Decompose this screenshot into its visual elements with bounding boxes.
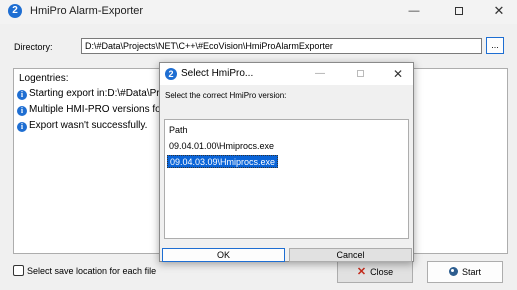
dialog-prompt: Select the correct HmiPro version: [165, 91, 287, 100]
log-entry-text: Export wasn't successfully. [29, 120, 148, 131]
cancel-button[interactable]: Cancel [289, 248, 412, 262]
log-entry-text: Multiple HMI-PRO versions fou [29, 104, 167, 115]
main-title-bar[interactable]: 2 HmiPro Alarm-Exporter — ✕ [0, 0, 517, 24]
select-version-dialog: 2 Select HmiPro... — ✕ Select the correc… [159, 62, 414, 262]
start-button-label: Start [461, 267, 481, 277]
log-entry: i Multiple HMI-PRO versions fou [17, 104, 166, 116]
list-item-selected[interactable]: 09.04.03.09\Hmiprocs.exe [167, 155, 279, 168]
log-entry: i Starting export in:D:\#Data\Pro [17, 88, 165, 100]
app-icon: 2 [8, 4, 22, 18]
info-icon: i [17, 90, 27, 100]
log-entry-text: Starting export in:D:\#Data\Pro [29, 88, 166, 99]
dialog-close-button[interactable]: ✕ [383, 63, 413, 85]
maximize-icon [455, 7, 463, 16]
save-location-label[interactable]: Select save location for each file [27, 266, 156, 276]
dialog-title-bar[interactable]: 2 Select HmiPro... — ✕ [160, 63, 413, 85]
maximize-icon [356, 69, 364, 77]
close-button-label: Close [370, 267, 394, 277]
window-title: HmiPro Alarm-Exporter [30, 5, 144, 17]
version-list[interactable]: Path 09.04.01.00\Hmiprocs.exe 09.04.03.0… [164, 119, 409, 239]
dialog-minimize-button[interactable]: — [305, 63, 335, 85]
info-icon: i [17, 122, 27, 132]
directory-input[interactable]: D:\#Data\Projects\NET\C++\#EcoVision\Hmi… [81, 38, 482, 54]
start-icon [448, 267, 458, 276]
minimize-button[interactable]: — [395, 0, 433, 22]
info-icon: i [17, 106, 27, 116]
save-location-checkbox[interactable] [13, 265, 24, 276]
browse-button[interactable]: ... [486, 37, 504, 54]
log-entry: i Export wasn't successfully. [17, 120, 147, 132]
log-title: Logentries: [19, 73, 69, 84]
list-item[interactable]: 09.04.01.00\Hmiprocs.exe [167, 140, 276, 153]
dialog-maximize-button[interactable] [345, 63, 375, 85]
start-button[interactable]: Start [427, 261, 503, 283]
directory-label: Directory: [14, 42, 53, 52]
close-button[interactable]: ✕ Close [337, 261, 413, 283]
close-icon: ✕ [356, 266, 367, 278]
dialog-title: Select HmiPro... [181, 68, 254, 79]
dialog-app-icon: 2 [165, 68, 177, 80]
ok-button[interactable]: OK [162, 248, 285, 262]
maximize-button[interactable] [440, 0, 478, 22]
list-header-path: Path [169, 125, 188, 135]
window-close-button[interactable]: ✕ [480, 0, 517, 22]
